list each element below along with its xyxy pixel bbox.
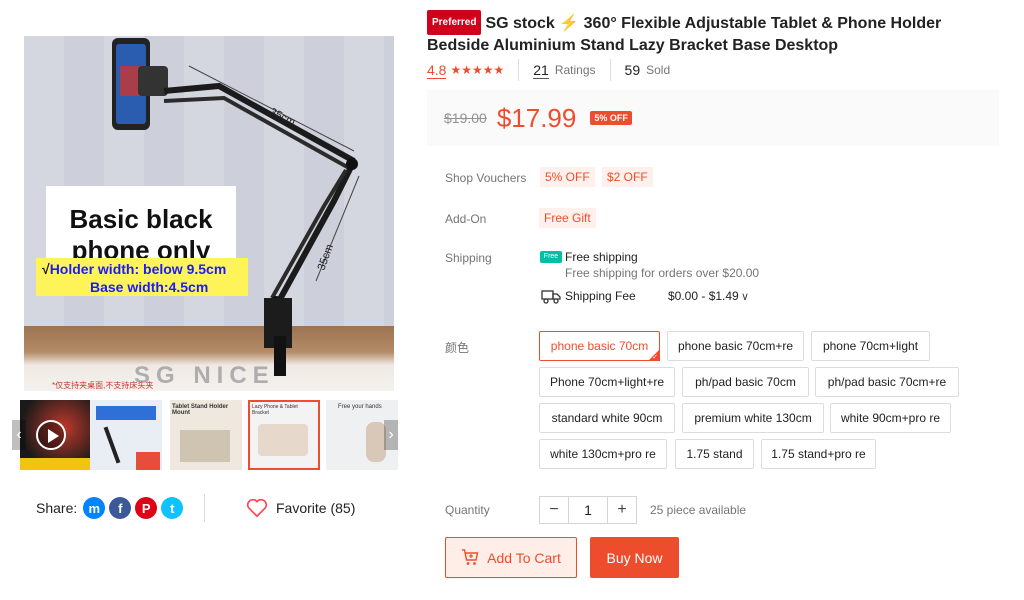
quantity-decrease-button[interactable]: −	[540, 497, 568, 523]
quantity-stepper: − +	[539, 496, 637, 524]
variation-option[interactable]: Phone 70cm+light+re	[539, 367, 675, 397]
variation-option-label: phone basic 70cm	[550, 339, 649, 353]
sold-count: 59	[624, 62, 641, 78]
variation-option[interactable]: premium white 130cm	[682, 403, 824, 433]
quantity-input[interactable]	[568, 497, 608, 523]
rating-value[interactable]: 4.8	[427, 62, 447, 79]
cart-icon	[462, 549, 479, 565]
variation-label: 颜色	[445, 341, 470, 355]
variation-option[interactable]: 1.75 stand	[675, 439, 754, 469]
thumbnail-5-caption: Free your hands	[338, 404, 382, 410]
twitter-icon[interactable]: t	[161, 497, 184, 519]
free-shipping-subtitle: Free shipping for orders over $20.00	[565, 266, 760, 280]
variation-option-label: 1.75 stand	[686, 447, 743, 461]
product-stats: 4.8 ★★★★★ 21 Ratings 59 Sold	[427, 59, 671, 81]
play-icon[interactable]	[36, 420, 66, 450]
variation-option-label: phone 70cm+light	[822, 339, 919, 353]
variation-option[interactable]: phone basic 70cm+re	[667, 331, 804, 361]
product-title: Preferred SG stock ⚡ 360° Flexible Adjust…	[427, 10, 1007, 56]
ratings-count[interactable]: 21	[533, 62, 549, 79]
discount-badge: 5% OFF	[590, 111, 632, 125]
checkbox-glyph: √	[42, 261, 50, 277]
thumbnail-4[interactable]: Lazy Phone & Tablet Bracket	[248, 400, 320, 470]
variation-option-label: premium white 130cm	[694, 411, 812, 425]
shipping-label: Shipping	[445, 251, 492, 265]
image-note: *仅支持夹桌面,不支持床头夹	[52, 381, 154, 390]
variation-option-label: Phone 70cm+light+re	[549, 375, 665, 389]
quantity-increase-button[interactable]: +	[608, 497, 636, 523]
add-to-cart-label: Add To Cart	[487, 549, 561, 566]
voucher-tag[interactable]: 5% OFF	[540, 167, 595, 187]
facebook-icon[interactable]: f	[109, 497, 132, 519]
thumbnail-3-caption: Tablet Stand Holder Mount	[172, 404, 229, 416]
variation-option[interactable]: standard white 90cm	[539, 403, 675, 433]
variation-option-label: white 130cm+pro re	[550, 447, 656, 461]
product-title-text: SG stock ⚡ 360° Flexible Adjustable Tabl…	[427, 15, 942, 54]
product-main-image[interactable]: 35cm 35cm Basic black phone only √Holder…	[24, 36, 394, 391]
variation-option-label: ph/pad basic 70cm	[695, 375, 796, 389]
chevron-down-icon[interactable]: ∨	[741, 290, 749, 303]
quantity-label: Quantity	[445, 503, 490, 517]
variation-option[interactable]: 1.75 stand+pro re	[761, 439, 876, 469]
thumbnail-2[interactable]	[90, 400, 162, 470]
favorite-button[interactable]: Favorite (85)	[246, 496, 355, 520]
voucher-tag[interactable]: $2 OFF	[602, 167, 653, 187]
thumbnail-next-arrow[interactable]: ›	[384, 420, 398, 450]
spec-line-2: Base width:4.5cm	[90, 279, 209, 295]
thumbnail-3[interactable]: Tablet Stand Holder Mount	[170, 400, 242, 470]
heart-icon	[246, 498, 268, 518]
ratings-label: Ratings	[554, 63, 596, 77]
variation-option[interactable]: white 130cm+pro re	[539, 439, 667, 469]
share-bar: Share: m f P t	[36, 496, 187, 520]
original-price: $19.00	[444, 110, 487, 126]
pinterest-icon[interactable]: P	[135, 497, 158, 519]
share-divider	[204, 494, 205, 522]
stock-available: 25 piece available	[650, 503, 747, 517]
variation-option-label: ph/pad basic 70cm+re	[827, 375, 947, 389]
add-to-cart-button[interactable]: Add To Cart	[445, 537, 577, 578]
free-shipping-title: Free shipping	[565, 250, 638, 264]
price-section: $19.00 $17.99 5% OFF	[427, 90, 999, 146]
variation-option[interactable]: phone 70cm+light	[811, 331, 930, 361]
free-gift-tag[interactable]: Free Gift	[539, 208, 596, 228]
check-icon: ✓	[652, 354, 658, 361]
stats-divider	[518, 59, 520, 81]
share-label: Share:	[36, 500, 78, 516]
variation-option[interactable]: phone basic 70cm ✓	[539, 331, 660, 361]
thumbnail-prev-arrow[interactable]: ‹	[12, 420, 26, 450]
variation-option-label: 1.75 stand+pro re	[771, 447, 866, 461]
variation-option-label: phone basic 70cm+re	[677, 339, 794, 353]
spec-line-1: Holder width: below 9.5cm	[49, 261, 227, 277]
messenger-icon[interactable]: m	[83, 497, 106, 519]
shipping-fee-value[interactable]: $0.00 - $1.49	[668, 289, 739, 303]
variation-option-label: standard white 90cm	[551, 411, 663, 425]
sold-label: Sold	[646, 63, 671, 77]
variation-option[interactable]: white 90cm+pro re	[830, 403, 951, 433]
vouchers-label: Shop Vouchers	[445, 171, 527, 185]
current-price: $17.99	[496, 102, 577, 133]
truck-icon	[541, 290, 561, 304]
free-shipping-icon: Free	[540, 251, 562, 263]
thumbnail-4-caption: Lazy Phone & Tablet Bracket	[252, 404, 298, 416]
thumbnail-strip: Tablet Stand Holder Mount Lazy Phone & T…	[12, 400, 398, 472]
addon-label: Add-On	[445, 212, 487, 226]
buy-now-button[interactable]: Buy Now	[590, 537, 679, 578]
buy-now-label: Buy Now	[606, 549, 663, 566]
watermark: SG NICE	[134, 362, 275, 389]
variation-option[interactable]: ph/pad basic 70cm	[682, 367, 809, 397]
variation-option[interactable]: ph/pad basic 70cm+re	[815, 367, 959, 397]
preferred-badge: Preferred	[427, 10, 482, 35]
star-rating-icon: ★★★★★	[450, 63, 505, 77]
thumbnail-video[interactable]	[20, 400, 92, 470]
stats-divider	[609, 59, 611, 81]
variation-option-label: white 90cm+pro re	[840, 411, 941, 425]
image-spec-box: √Holder width: below 9.5cm Base width:4.…	[36, 258, 248, 296]
shipping-fee-label: Shipping Fee	[565, 289, 636, 303]
favorite-label: Favorite (85)	[276, 500, 356, 516]
dimension-lower-label: 35cm	[316, 243, 336, 272]
